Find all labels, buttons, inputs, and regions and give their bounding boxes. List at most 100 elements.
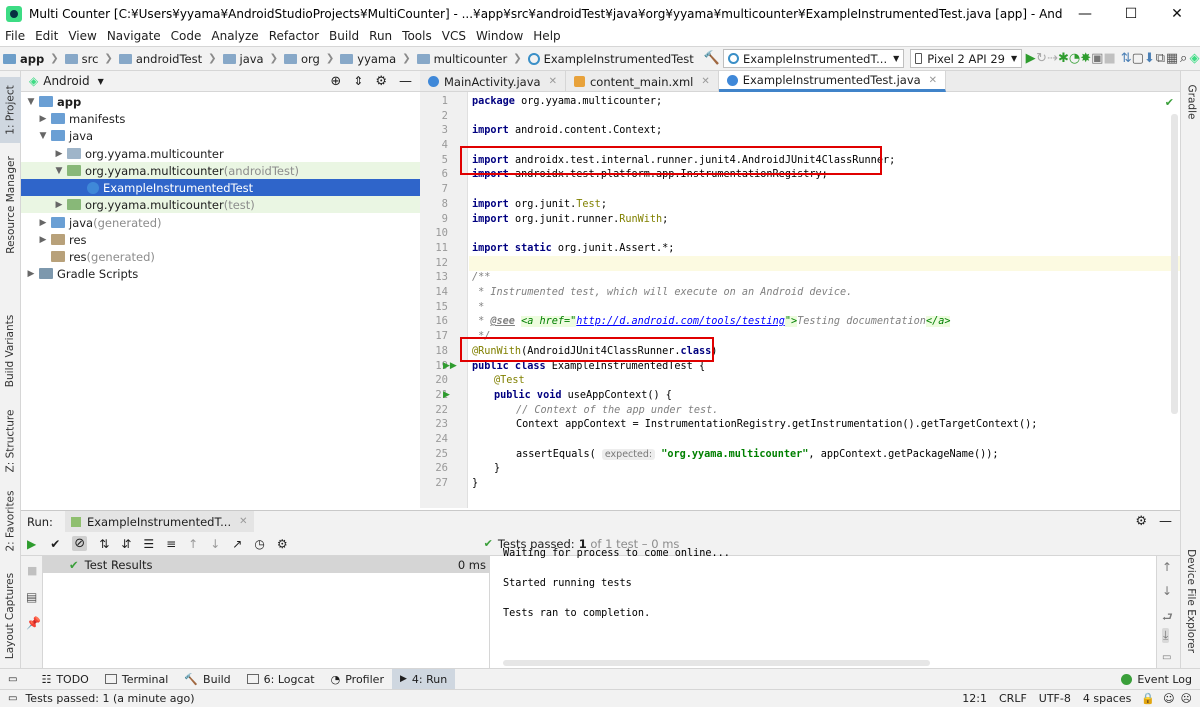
stop-icon[interactable]: ■ [27, 564, 37, 577]
menu-run[interactable]: Run [364, 29, 397, 43]
history-icon[interactable]: ◷ [254, 537, 264, 551]
tab-content-main[interactable]: content_main.xml ✕ [566, 71, 719, 92]
gear-icon[interactable]: ⚙ [1135, 514, 1147, 529]
collapsed-icon[interactable]: ▶ [53, 200, 65, 210]
breadcrumb-yyama[interactable]: yyama ❯ [337, 52, 413, 66]
collapsed-icon[interactable]: ▶ [37, 218, 49, 228]
status-message[interactable]: Tests passed: 1 (a minute ago) [25, 692, 194, 705]
breadcrumb-app[interactable]: app ❯ [0, 52, 62, 66]
collapse-all-icon[interactable]: ≡ [166, 537, 176, 551]
tab-main-activity[interactable]: MainActivity.java ✕ [420, 71, 566, 92]
tab-logcat[interactable]: 6: Logcat [239, 669, 323, 690]
code-editor[interactable]: 1 2 3 4 5 6 7 8 9 10 11 12 13 14 15 16 1… [420, 92, 1180, 508]
menu-analyze[interactable]: Analyze [206, 29, 263, 43]
scroll-to-end-icon[interactable]: ⤓ [1162, 628, 1170, 643]
hide-icon[interactable]: — [399, 74, 412, 89]
search-icon[interactable]: ⌕ [1178, 48, 1189, 70]
menu-window[interactable]: Window [471, 29, 528, 43]
tree-item-example-instrumented-test[interactable]: ExampleInstrumentedTest [21, 179, 420, 196]
smiley-icon[interactable]: ☺ [1163, 692, 1174, 705]
collapsed-icon[interactable]: ▶ [37, 114, 49, 124]
stop-icon[interactable]: ■ [1103, 48, 1115, 70]
gear-icon[interactable]: ⚙ [277, 537, 288, 551]
tree-item-res-generated[interactable]: res (generated) [21, 248, 420, 265]
menu-vcs[interactable]: VCS [437, 29, 471, 43]
close-button[interactable]: ✕ [1154, 0, 1200, 27]
tab-resource-manager[interactable]: Resource Manager [0, 149, 21, 261]
apply-changes-icon[interactable]: ↻ [1036, 48, 1047, 70]
print-icon[interactable]: ▭ [1162, 652, 1171, 663]
locate-icon[interactable]: ⊕ [330, 74, 341, 89]
tab-run[interactable]: ▶ 4: Run [391, 668, 456, 690]
tool-window-toggle-icon[interactable]: ▭ [8, 674, 17, 685]
tab-device-file-explorer[interactable]: Device File Explorer [1181, 541, 1200, 661]
tab-event-log[interactable]: Event Log [1113, 669, 1200, 690]
tree-item-java-generated[interactable]: ▶ java (generated) [21, 214, 420, 231]
breadcrumb-org[interactable]: org ❯ [281, 52, 337, 66]
close-icon[interactable]: ✕ [929, 75, 937, 86]
breadcrumb-androidtest[interactable]: androidTest ❯ [116, 52, 220, 66]
run-icon[interactable]: ▶ [1025, 48, 1036, 70]
tab-todo[interactable]: ☷ TODO [33, 669, 96, 690]
menu-code[interactable]: Code [166, 29, 207, 43]
tab-project[interactable]: 1: Project [0, 77, 21, 143]
close-icon[interactable]: ✕ [701, 76, 709, 87]
rerun-icon[interactable]: ▶ [27, 537, 36, 551]
menu-edit[interactable]: Edit [30, 29, 63, 43]
export-icon[interactable]: ↗ [232, 537, 242, 551]
caret-position[interactable]: 12:1 [962, 692, 987, 705]
breadcrumb-src[interactable]: src ❯ [62, 52, 116, 66]
sort-alpha-icon[interactable]: ⇅ [99, 537, 109, 551]
tree-item-java[interactable]: ▼ java [21, 127, 420, 144]
hammer-icon[interactable]: 🔨 [704, 48, 720, 70]
previous-failed-icon[interactable]: ↑ [188, 537, 198, 551]
tab-gradle[interactable]: Gradle [1181, 77, 1200, 127]
tree-item-package-main[interactable]: ▶ org.yyama.multicounter [21, 145, 420, 162]
breadcrumb-java[interactable]: java ❯ [220, 52, 282, 66]
android-icon[interactable]: ◈ [1189, 48, 1200, 70]
debug-icon[interactable]: ✱ [1058, 48, 1069, 70]
run-config-select[interactable]: ExampleInstrumentedT... ▼ [722, 49, 905, 68]
menu-view[interactable]: View [63, 29, 101, 43]
tab-build-variants[interactable]: Build Variants [0, 313, 21, 389]
collapse-all-icon[interactable]: ⇕ [353, 74, 363, 88]
coverage-icon[interactable]: ▣ [1091, 48, 1103, 70]
tab-terminal[interactable]: Terminal [97, 669, 177, 690]
layout-icon[interactable]: ▤ [26, 590, 37, 604]
expanded-icon[interactable]: ▼ [25, 97, 37, 107]
menu-build[interactable]: Build [324, 29, 364, 43]
avd-manager-icon[interactable]: ▢ [1132, 48, 1144, 70]
gear-icon[interactable]: ⚙ [375, 74, 387, 89]
collapsed-icon[interactable]: ▶ [53, 149, 65, 159]
sync-gradle-icon[interactable]: ⇅ [1121, 48, 1132, 70]
down-icon[interactable]: ↓ [1162, 584, 1172, 598]
file-encoding[interactable]: UTF-8 [1039, 692, 1071, 705]
menu-tools[interactable]: Tools [397, 29, 437, 43]
view-mode-select[interactable]: Android [43, 74, 89, 88]
collapsed-icon[interactable]: ▶ [37, 235, 49, 245]
menu-navigate[interactable]: Navigate [102, 29, 166, 43]
editor-scrollbar[interactable] [1171, 114, 1178, 414]
line-separator[interactable]: CRLF [999, 692, 1027, 705]
tree-item-app[interactable]: ▼ app [21, 93, 420, 110]
menu-help[interactable]: Help [528, 29, 565, 43]
show-ignored-icon[interactable]: ⊘ [72, 536, 88, 551]
sort-duration-icon[interactable]: ⇵ [121, 537, 131, 551]
breadcrumb-class[interactable]: ExampleInstrumentedTest [525, 52, 697, 66]
indent-setting[interactable]: 4 spaces [1083, 692, 1132, 705]
menu-refactor[interactable]: Refactor [264, 29, 324, 43]
status-toggle-icon[interactable]: ▭ [8, 693, 17, 704]
tab-favorites[interactable]: 2: Favorites [0, 485, 21, 557]
maximize-button[interactable]: ☐ [1108, 0, 1154, 27]
tab-profiler[interactable]: ◔ Profiler [323, 669, 392, 690]
soft-wrap-icon[interactable]: ⮐ [1162, 608, 1173, 629]
show-passed-icon[interactable]: ✔ [50, 537, 60, 551]
close-icon[interactable]: ✕ [239, 516, 247, 527]
project-structure-icon[interactable]: ▦ [1166, 48, 1178, 70]
chevron-down-icon[interactable]: ▼ [98, 77, 104, 86]
collapsed-icon[interactable]: ▶ [25, 269, 37, 279]
tree-item-package-androidtest[interactable]: ▼ org.yyama.multicounter (androidTest) [21, 162, 420, 179]
expanded-icon[interactable]: ▼ [37, 131, 49, 141]
sad-face-icon[interactable]: ☹ [1181, 692, 1192, 705]
tab-structure[interactable]: Z: Structure [0, 407, 21, 475]
